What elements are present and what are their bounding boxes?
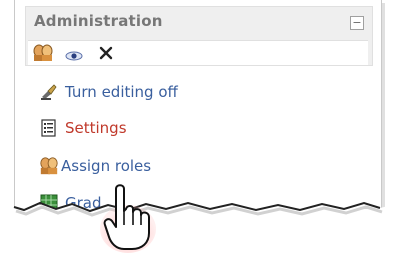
pointer-hand-cursor — [100, 184, 156, 253]
torn-edge — [0, 201, 393, 265]
